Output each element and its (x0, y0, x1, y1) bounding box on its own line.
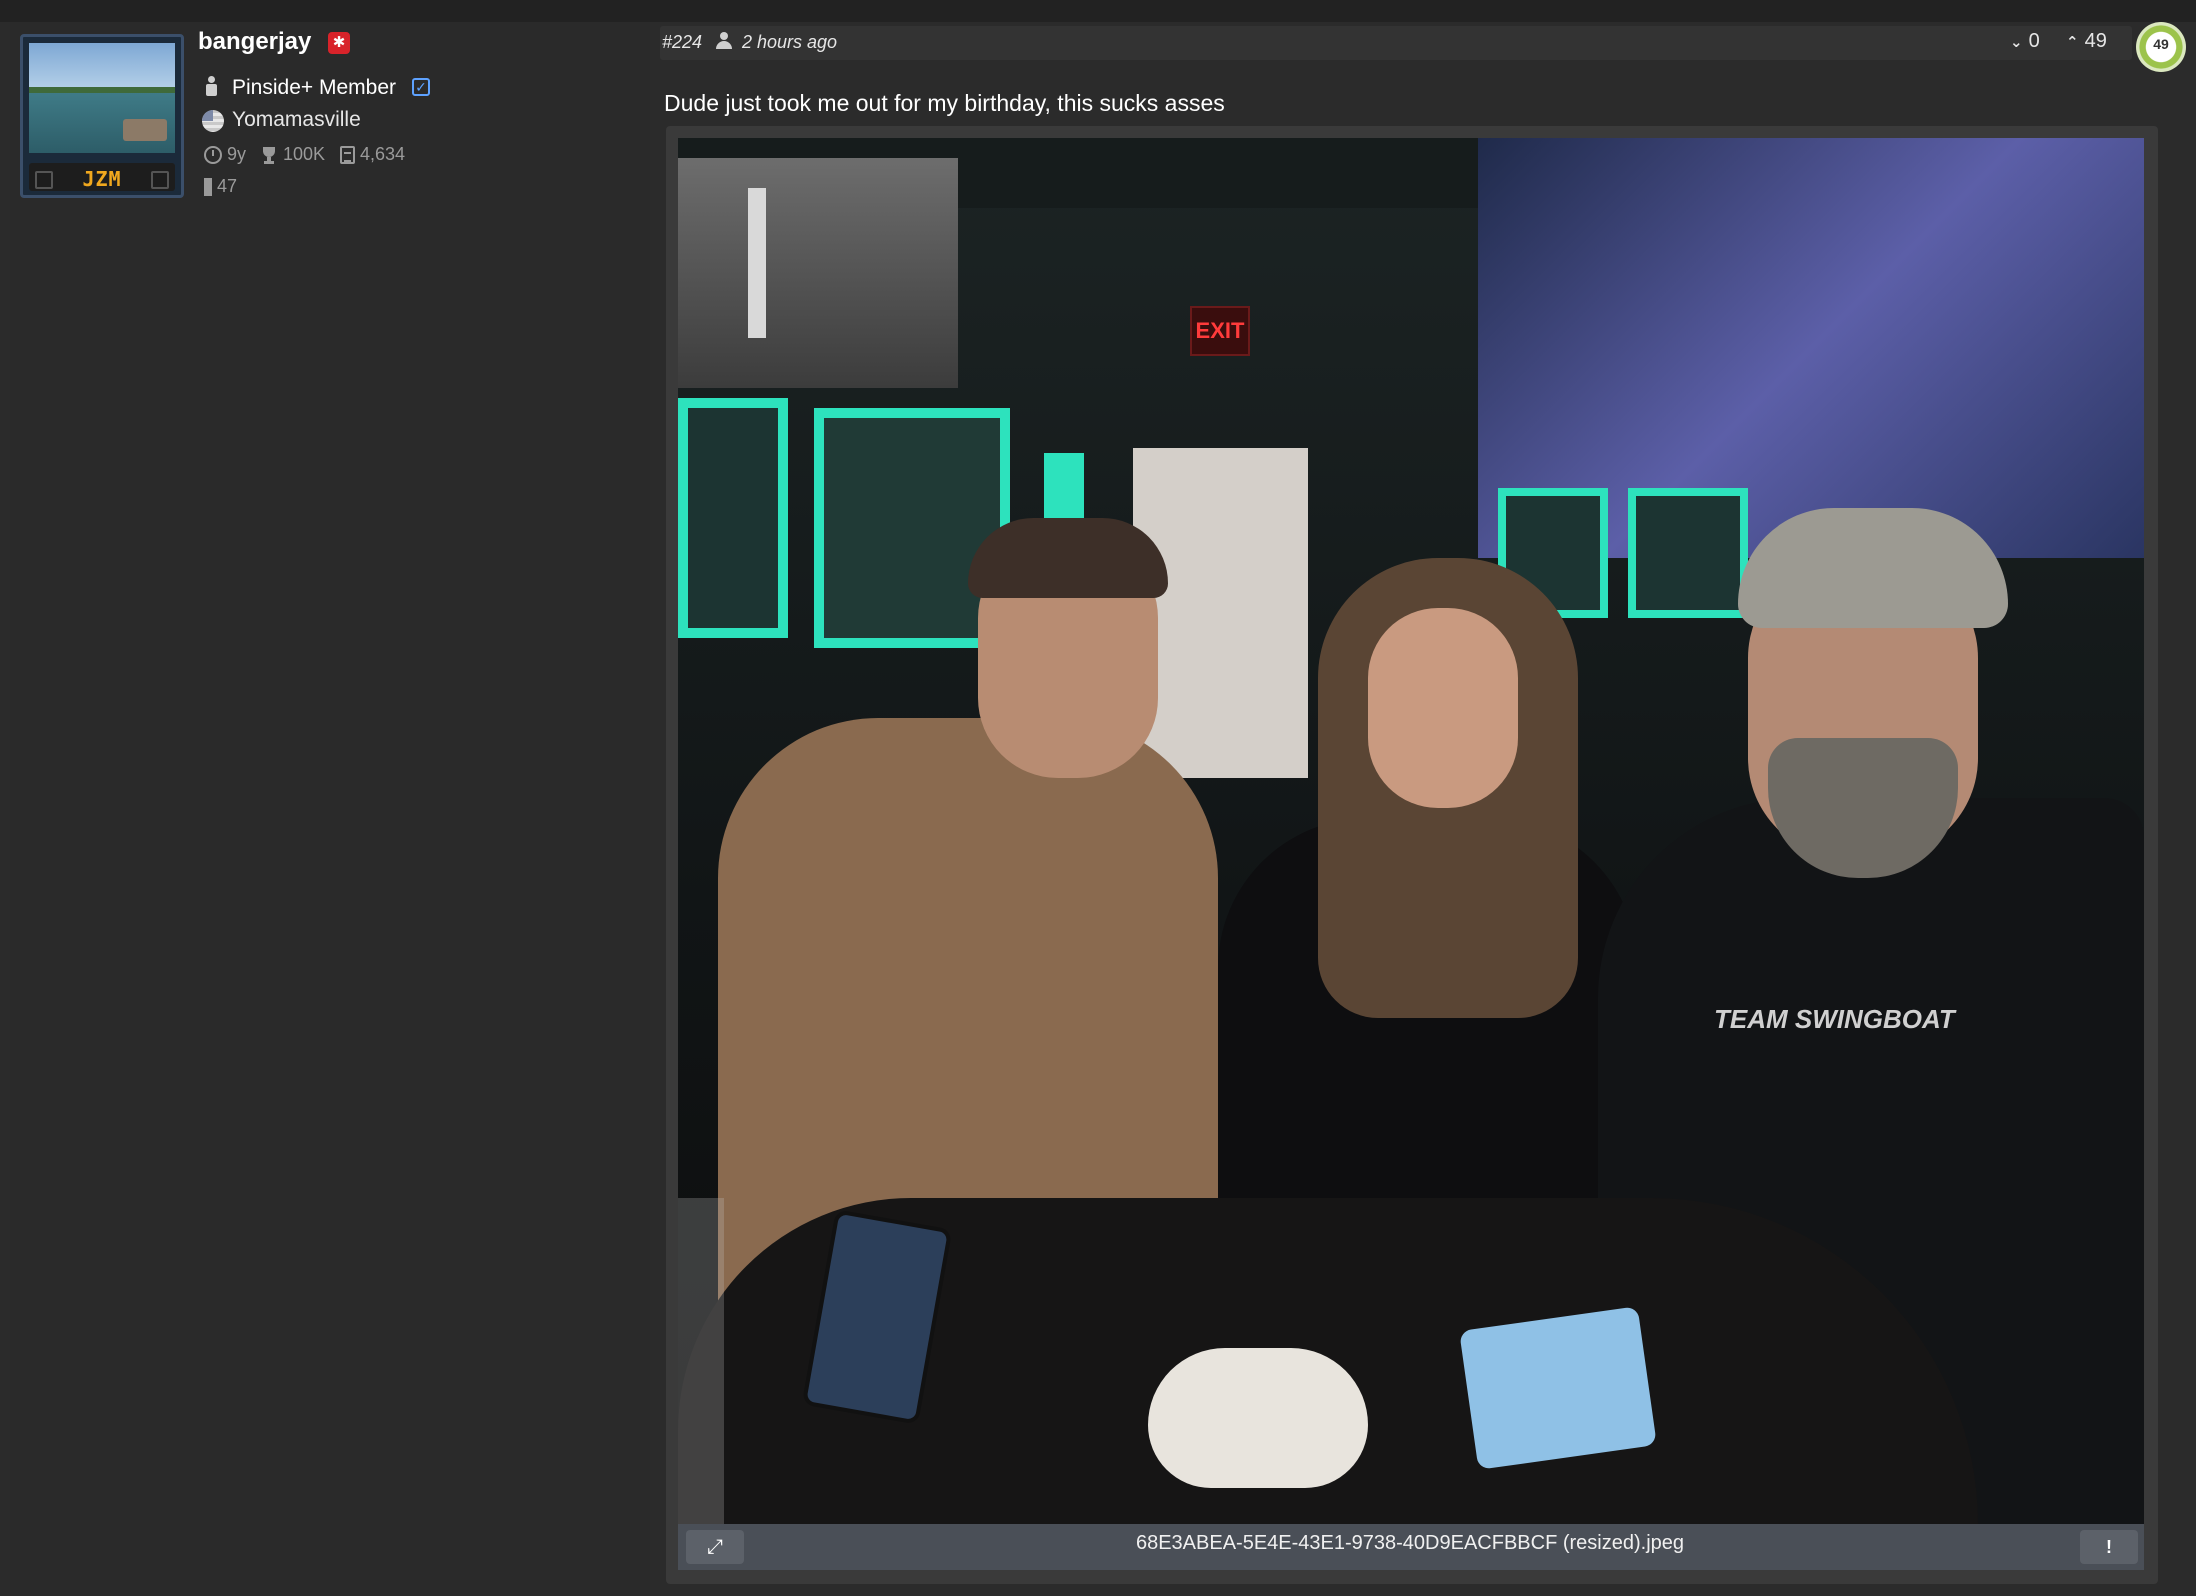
stat-posts[interactable]: 4,634 (340, 144, 405, 165)
post-number-link[interactable]: #224 (662, 32, 702, 53)
score-badge-value: 49 (2153, 36, 2169, 52)
stat-bookmarks-value: 47 (217, 176, 238, 196)
avatar[interactable]: JZM (20, 34, 184, 198)
stat-posts-value: 4,634 (360, 144, 406, 164)
photo-bowl (1148, 1348, 1368, 1488)
stat-bookmarks: 47 (204, 176, 237, 197)
photo-mask (1459, 1306, 1657, 1470)
post-timestamp[interactable]: 2 hours ago (742, 32, 837, 53)
photo-person-middle-face (1368, 608, 1518, 808)
trophy-icon (260, 146, 278, 164)
document-icon (340, 145, 355, 164)
avatar-sky (29, 43, 175, 93)
report-button[interactable]: ! (2080, 1530, 2138, 1564)
member-person-icon (204, 76, 218, 100)
us-flag-icon (202, 110, 224, 132)
photo-exit-sign: EXIT (1190, 306, 1250, 356)
photo-glass (678, 1198, 724, 1524)
photo-teal-panel (678, 398, 788, 638)
stat-points: 100K (260, 144, 325, 165)
score-badge[interactable]: 49 (2136, 22, 2186, 72)
user-sidebar (10, 22, 650, 1596)
stat-points-value: 100K (283, 144, 326, 164)
downvote-count: 0 (2028, 30, 2040, 52)
user-location: Yomamasville (232, 108, 361, 131)
chevron-down-icon: ⌄ (2010, 33, 2023, 51)
bookmark-icon (204, 177, 212, 196)
photo-range-hood (678, 158, 958, 388)
top-strip (0, 0, 2196, 22)
report-icon: ! (2106, 1537, 2112, 1557)
upvote-count: 49 (2084, 30, 2107, 52)
attachment-filename[interactable]: 68E3ABEA-5E4E-43E1-9738-40D9EACFBBCF (re… (760, 1532, 2060, 1555)
photo-hallway (1133, 448, 1308, 778)
photo-teal-panel (1628, 488, 1748, 618)
photo-person-left-hair (968, 518, 1168, 598)
expand-icon: ⤢ (707, 1536, 723, 1558)
user-icon (716, 32, 732, 50)
avatar-plate: JZM (29, 163, 175, 191)
moderator-badge-icon: ✱ (328, 32, 350, 54)
stat-years-value: 9y (227, 144, 247, 164)
stat-years: 9y (204, 144, 246, 165)
chevron-up-icon: ⌃ (2066, 33, 2079, 51)
upvote-button[interactable]: ⌃ 49 (2066, 30, 2107, 53)
membership-label[interactable]: Pinside+ Member (232, 76, 396, 100)
avatar-plate-text: JZM (82, 167, 122, 191)
post-header-bar (660, 26, 2132, 60)
photo-hood-light (748, 188, 766, 338)
avatar-boat (123, 119, 167, 141)
post-body-text: Dude just took me out for my birthday, t… (664, 90, 1225, 116)
clock-icon (204, 145, 222, 164)
username-link[interactable]: bangerjay (198, 28, 311, 56)
photo-shirt-text: TEAM SWINGBOAT (1714, 1004, 1955, 1034)
attached-photo[interactable]: EXIT TEAM SWINGBOAT (678, 138, 2144, 1524)
checkbox-verified-icon: ✓ (412, 78, 430, 96)
downvote-button[interactable]: ⌄ 0 (2010, 30, 2040, 53)
expand-button[interactable]: ⤢ (686, 1530, 744, 1564)
photo-person-right-hair (1738, 508, 2008, 628)
